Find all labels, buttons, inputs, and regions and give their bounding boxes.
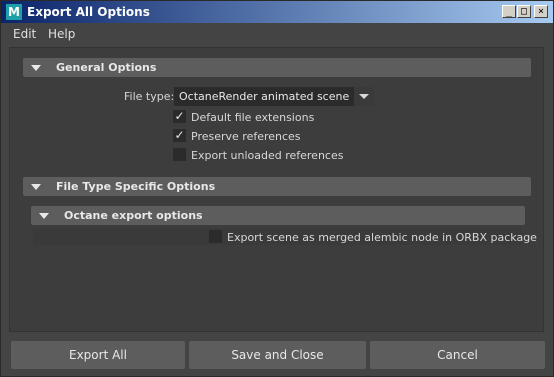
save-and-close-button[interactable]: Save and Close [189,341,366,369]
default-file-extensions-label: Default file extensions [191,111,315,124]
collapse-triangle-icon [31,65,41,71]
export-unloaded-references-checkbox[interactable] [173,148,186,161]
octane-export-options-label: Octane export options [64,209,203,222]
menu-bar: Edit Help [1,23,553,44]
cancel-button[interactable]: Cancel [370,341,545,369]
octane-export-options-header[interactable]: Octane export options [31,206,525,225]
maya-app-icon: M [6,4,22,20]
menu-edit[interactable]: Edit [13,27,36,41]
preserve-references-label: Preserve references [191,130,301,143]
file-type-dropdown[interactable]: OctaneRender animated scene [174,87,374,106]
close-button[interactable]: × [534,5,548,18]
export-all-options-window: M Export All Options _ □ × Edit Help Gen… [0,0,554,377]
file-type-label: File type: [124,90,175,103]
default-file-extensions-checkbox[interactable]: ✓ [173,109,186,123]
check-icon: ✓ [174,109,185,123]
menu-help[interactable]: Help [48,27,75,41]
general-options-label: General Options [56,61,157,74]
file-type-specific-options-header[interactable]: File Type Specific Options [23,177,531,196]
preserve-references-checkbox[interactable]: ✓ [173,128,186,142]
window-title: Export All Options [27,5,150,19]
file-type-value: OctaneRender animated scene [179,90,350,103]
file-type-specific-options-label: File Type Specific Options [56,180,216,193]
minimize-button[interactable]: _ [502,5,516,18]
general-options-header[interactable]: General Options [23,58,531,77]
export-unloaded-references-label: Export unloaded references [191,149,344,162]
maximize-button[interactable]: □ [517,5,531,18]
dropdown-arrow-box[interactable] [354,87,374,106]
collapse-triangle-icon [39,213,49,219]
collapse-triangle-icon [31,184,41,190]
export-all-button[interactable]: Export All [11,341,185,369]
check-icon: ✓ [174,128,185,142]
merged-alembic-label: Export scene as merged alembic node in O… [227,231,537,244]
title-bar[interactable]: M Export All Options _ □ × [1,1,553,23]
chevron-down-icon [359,94,369,99]
merged-alembic-checkbox[interactable] [209,230,222,243]
